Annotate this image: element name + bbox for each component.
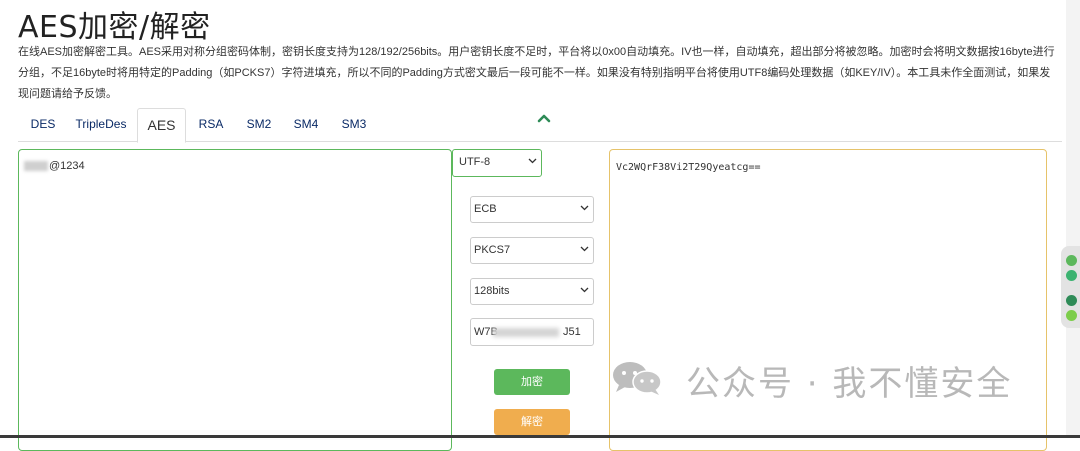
wechat-icon	[613, 362, 662, 395]
ciphertext-value: Vc2WQrF38Vi2T29Qyeatcg==	[616, 162, 761, 173]
plaintext-content: @1234	[24, 160, 85, 172]
chevron-down-icon	[580, 287, 589, 293]
encrypt-button[interactable]: 加密	[494, 369, 570, 395]
tab-des[interactable]: DES	[28, 108, 58, 141]
side-widget[interactable]	[1061, 246, 1080, 328]
mode-value: ECB	[474, 203, 497, 215]
tab-sm4[interactable]: SM4	[291, 108, 321, 141]
key-input[interactable]: W7B J51	[470, 318, 594, 346]
status-dot	[1066, 255, 1077, 266]
redacted-mask	[493, 328, 559, 337]
plaintext-value: @1234	[49, 160, 85, 172]
page-description: 在线AES加密解密工具。AES采用对称分组密码体制，密钥长度支持为128/192…	[18, 46, 1055, 100]
tab-tripledes[interactable]: TripleDes	[74, 108, 128, 141]
tab-sm3[interactable]: SM3	[339, 108, 369, 141]
encoding-value: UTF-8	[459, 156, 491, 168]
scrollbar[interactable]	[1066, 0, 1080, 438]
status-dot	[1066, 270, 1077, 281]
watermark-text: 公众号 · 我不懂安全	[686, 364, 1013, 404]
chevron-down-icon	[580, 246, 589, 252]
encoding-select[interactable]: UTF-8	[452, 149, 542, 177]
padding-value: PKCS7	[474, 244, 511, 256]
plaintext-textarea[interactable]: @1234	[18, 149, 452, 451]
chevron-up-icon[interactable]	[536, 112, 552, 124]
padding-select[interactable]: PKCS7	[470, 237, 594, 264]
key-length-select[interactable]: 128bits	[470, 278, 594, 305]
key-end: J51	[563, 326, 581, 338]
mode-select[interactable]: ECB	[470, 196, 594, 223]
status-dot	[1066, 310, 1077, 321]
key-length-value: 128bits	[474, 285, 510, 297]
status-dot	[1066, 295, 1077, 306]
chevron-down-icon	[580, 205, 589, 211]
tab-rsa[interactable]: RSA	[196, 108, 226, 141]
decrypt-button[interactable]: 解密	[494, 409, 570, 435]
chevron-down-icon	[528, 158, 537, 164]
ciphertext-textarea[interactable]: Vc2WQrF38Vi2T29Qyeatcg==	[609, 149, 1047, 451]
tab-aes[interactable]: AES	[137, 108, 186, 143]
page-title: AES加密/解密	[18, 10, 211, 45]
tab-sm2[interactable]: SM2	[244, 108, 274, 141]
redacted-mask	[24, 161, 48, 172]
